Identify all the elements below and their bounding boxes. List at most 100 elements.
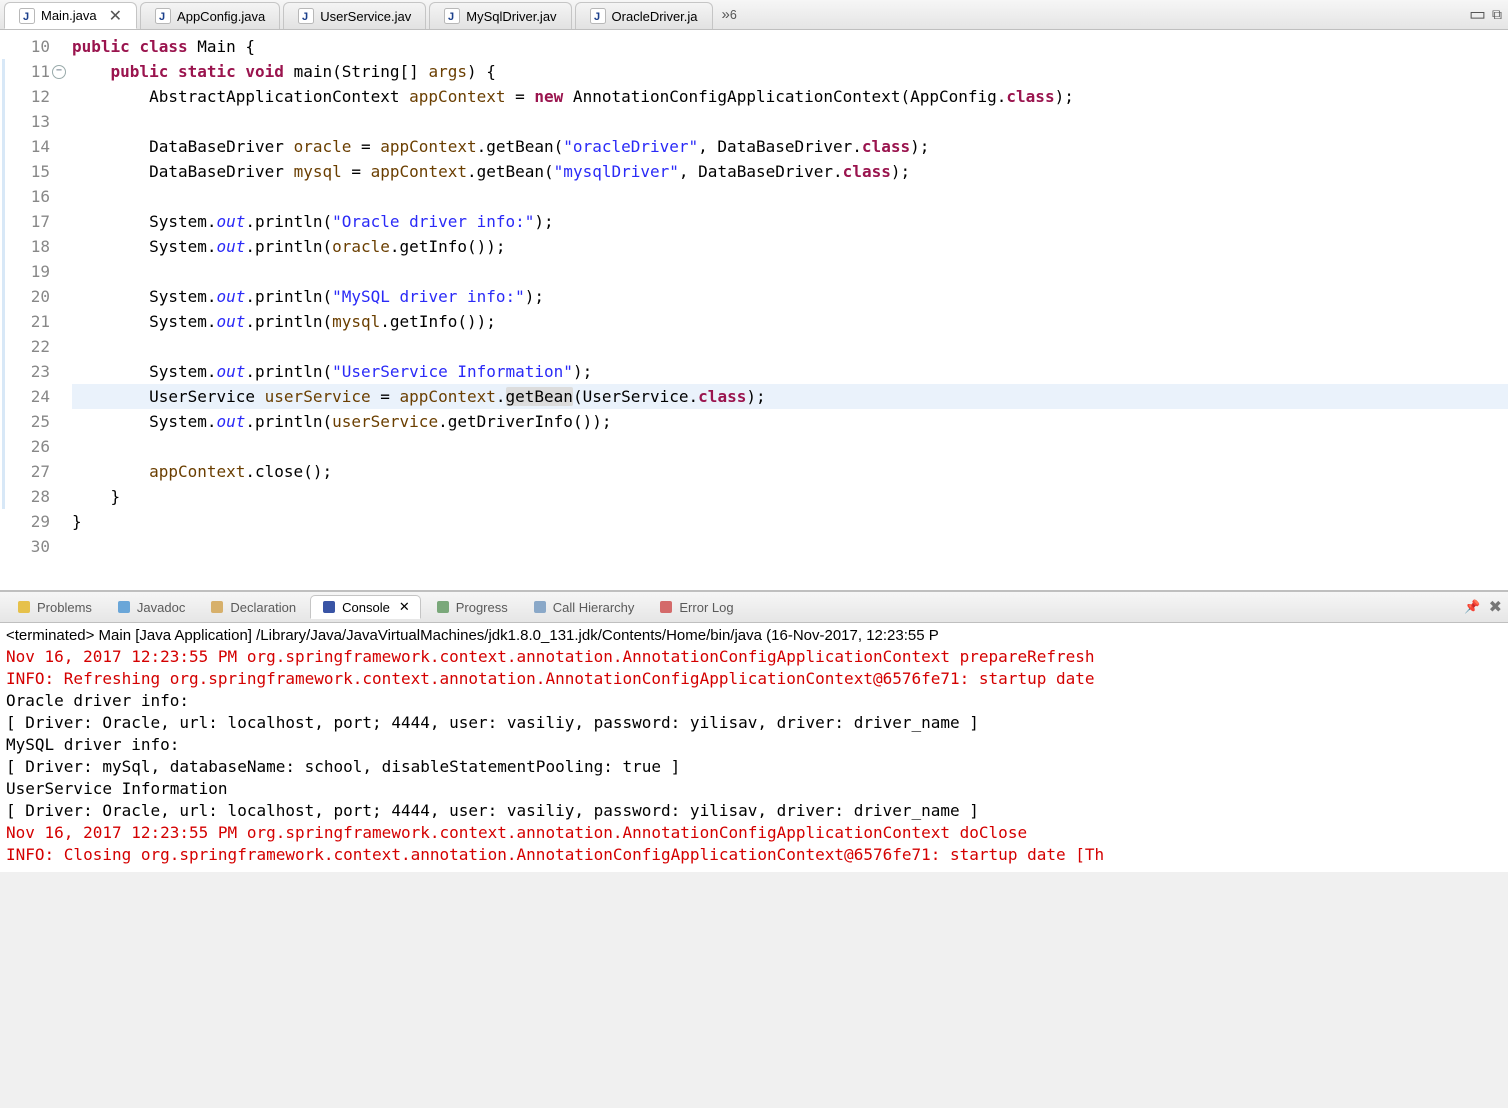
token-plain: .println( — [245, 412, 332, 431]
code-area[interactable]: public class Main { public static void m… — [56, 30, 1508, 590]
line-number[interactable]: 14 — [0, 134, 56, 159]
console-stderr-line: INFO: Refreshing org.springframework.con… — [6, 668, 1502, 690]
line-number[interactable]: 27 — [0, 459, 56, 484]
view-tab-javadoc[interactable]: Javadoc — [106, 596, 195, 618]
token-stat: out — [217, 312, 246, 331]
line-number-value: 18 — [31, 234, 50, 259]
coverage-marker — [2, 259, 5, 284]
token-kw: public — [72, 37, 130, 56]
view-tab-error-log[interactable]: Error Log — [648, 596, 743, 618]
line-number[interactable]: 13 — [0, 109, 56, 134]
editor-tab-strip: J Main.java ✕ JAppConfig.javaJUserService.j… — [0, 0, 1508, 30]
code-line[interactable]: System.out.println("MySQL driver info:")… — [72, 284, 1508, 309]
coverage-marker — [2, 59, 5, 84]
code-line[interactable]: System.out.println("UserService Informat… — [72, 359, 1508, 384]
line-number[interactable]: 22 — [0, 334, 56, 359]
token-plain: .getBean( — [477, 137, 564, 156]
editor-tab-oracledriver-ja[interactable]: JOracleDriver.ja — [575, 2, 713, 29]
line-number[interactable]: 15 — [0, 159, 56, 184]
code-line[interactable] — [72, 259, 1508, 284]
line-number[interactable]: 29 — [0, 509, 56, 534]
view-tab-call-hierarchy[interactable]: Call Hierarchy — [522, 596, 645, 618]
line-number[interactable]: 19 — [0, 259, 56, 284]
line-number[interactable]: 17 — [0, 209, 56, 234]
code-line[interactable]: AbstractApplicationContext appContext = … — [72, 84, 1508, 109]
token-plain: ); — [1055, 87, 1074, 106]
line-number[interactable]: 18 — [0, 234, 56, 259]
code-line[interactable]: appContext.close(); — [72, 459, 1508, 484]
token-plain: .getBean( — [467, 162, 554, 181]
tab-label: UserService.jav — [320, 9, 411, 24]
token-plain: .println( — [245, 237, 332, 256]
line-number[interactable]: 11− — [0, 59, 56, 84]
view-tab-console[interactable]: Console✕ — [310, 595, 421, 619]
maximize-view-icon[interactable]: ⧉ — [1492, 6, 1502, 23]
token-kw: new — [534, 87, 563, 106]
coverage-marker — [2, 134, 5, 159]
coverage-marker — [2, 184, 5, 209]
line-number[interactable]: 12 — [0, 84, 56, 109]
line-number-value: 17 — [31, 209, 50, 234]
line-number[interactable]: 25 — [0, 409, 56, 434]
code-line[interactable]: System.out.println(mysql.getInfo()); — [72, 309, 1508, 334]
line-number[interactable]: 16 — [0, 184, 56, 209]
code-line[interactable]: public static void main(String[] args) { — [72, 59, 1508, 84]
token-plain: Main { — [188, 37, 255, 56]
editor-tab-mysqldriver-jav[interactable]: JMySqlDriver.jav — [429, 2, 571, 29]
token-plain: = — [505, 87, 534, 106]
code-line[interactable] — [72, 109, 1508, 134]
token-kw: class — [1006, 87, 1054, 106]
close-icon[interactable]: ✕ — [103, 6, 122, 26]
code-line[interactable]: System.out.println(oracle.getInfo()); — [72, 234, 1508, 259]
line-number-value: 14 — [31, 134, 50, 159]
code-line[interactable]: public class Main { — [72, 34, 1508, 59]
line-number-value: 26 — [31, 434, 50, 459]
show-more-tabs-button[interactable]: »6 — [716, 0, 743, 29]
code-line[interactable] — [72, 184, 1508, 209]
close-icon[interactable]: ✕ — [395, 599, 410, 615]
fold-toggle-icon[interactable]: − — [52, 65, 66, 79]
console-output[interactable]: Nov 16, 2017 12:23:55 PM org.springframe… — [0, 646, 1508, 872]
token-plain: System. — [72, 362, 217, 381]
pin-console-icon[interactable]: 📌 — [1464, 599, 1480, 615]
code-line[interactable] — [72, 434, 1508, 459]
code-line[interactable]: System.out.println("Oracle driver info:"… — [72, 209, 1508, 234]
code-line[interactable]: } — [72, 509, 1508, 534]
editor-tab-userservice-jav[interactable]: JUserService.jav — [283, 2, 426, 29]
editor-tab-main-java[interactable]: J Main.java ✕ — [4, 2, 137, 29]
line-number[interactable]: 30 — [0, 534, 56, 559]
code-line[interactable] — [72, 334, 1508, 359]
line-number[interactable]: 26 — [0, 434, 56, 459]
token-plain: AbstractApplicationContext — [72, 87, 409, 106]
line-number-value: 27 — [31, 459, 50, 484]
code-line[interactable]: System.out.println(userService.getDriver… — [72, 409, 1508, 434]
line-number[interactable]: 24 — [0, 384, 56, 409]
code-editor[interactable]: 1011−12131415161718192021222324252627282… — [0, 30, 1508, 591]
token-plain: } — [72, 512, 82, 531]
code-line[interactable]: DataBaseDriver oracle = appContext.getBe… — [72, 134, 1508, 159]
line-number[interactable]: 20 — [0, 284, 56, 309]
remove-launch-icon[interactable]: ✖ — [1489, 597, 1502, 617]
line-number-value: 29 — [31, 509, 50, 534]
token-plain: .getInfo()); — [390, 237, 506, 256]
code-line[interactable] — [72, 534, 1508, 559]
code-line[interactable]: UserService userService = appContext.get… — [72, 384, 1508, 409]
tab-label: Main.java — [41, 8, 97, 23]
code-line[interactable]: DataBaseDriver mysql = appContext.getBea… — [72, 159, 1508, 184]
line-number[interactable]: 21 — [0, 309, 56, 334]
line-number[interactable]: 28 — [0, 484, 56, 509]
view-tab-progress[interactable]: Progress — [425, 596, 518, 618]
view-tab-declaration[interactable]: Declaration — [199, 596, 306, 618]
editor-tab-appconfig-java[interactable]: JAppConfig.java — [140, 2, 280, 29]
coverage-marker — [2, 409, 5, 434]
view-tab-problems[interactable]: Problems — [6, 596, 102, 618]
line-number-value: 11 — [31, 59, 50, 84]
line-number[interactable]: 10 — [0, 34, 56, 59]
svg-text:J: J — [23, 11, 29, 23]
line-number-gutter[interactable]: 1011−12131415161718192021222324252627282… — [0, 30, 56, 590]
code-line[interactable]: } — [72, 484, 1508, 509]
token-stat: out — [217, 237, 246, 256]
minimize-view-icon[interactable]: ▭ — [1469, 4, 1486, 25]
token-kw: class — [843, 162, 891, 181]
line-number[interactable]: 23 — [0, 359, 56, 384]
